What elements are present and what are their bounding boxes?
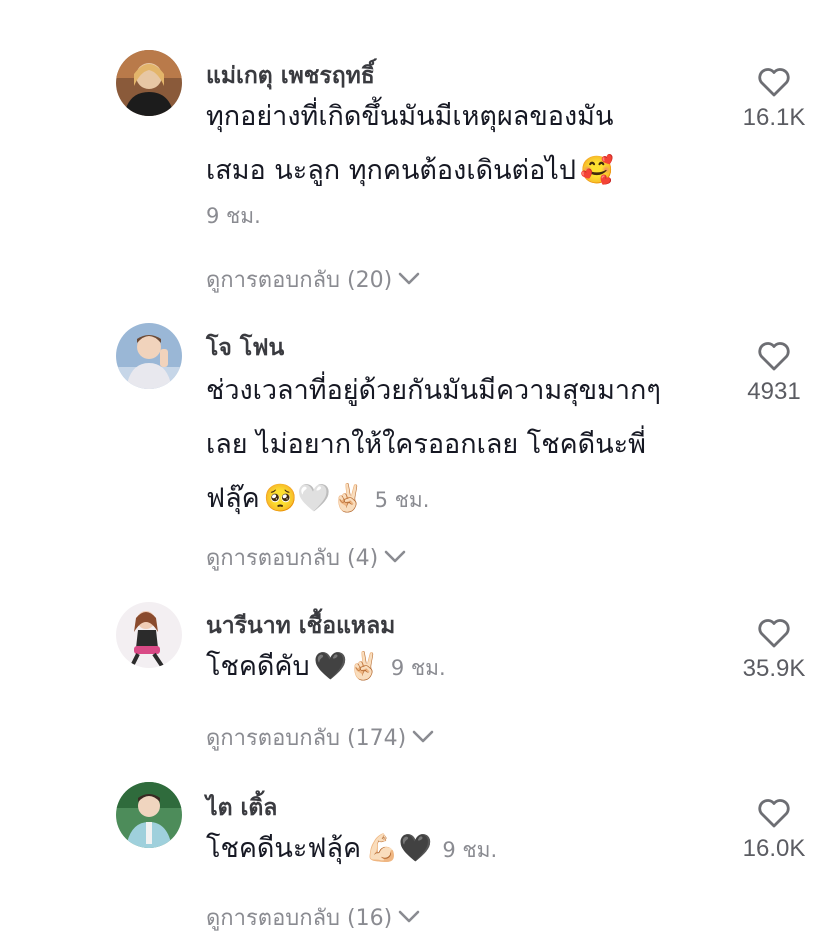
heart-icon: [758, 342, 790, 371]
view-replies-label: ดูการตอบกลับ (174): [206, 726, 407, 751]
emoji: 💪🏻🖤: [365, 833, 433, 864]
comment-text-line: ฟลุ๊ค 🥺🤍✌🏻 5 ชม.: [206, 483, 430, 514]
avatar[interactable]: [116, 50, 182, 116]
chevron-down-icon: [384, 545, 406, 570]
username[interactable]: โจ โฟน: [206, 330, 284, 366]
like-count: 35.9K: [742, 655, 806, 682]
like-button[interactable]: 16.0K: [724, 797, 824, 863]
chevron-down-icon: [398, 905, 420, 930]
comment-text: โชคดีนะฟลุ้ค 💪🏻🖤 9 ชม.: [206, 822, 706, 877]
heart-icon: [758, 68, 790, 97]
avatar[interactable]: [116, 782, 182, 848]
comment-text-line: ทุกอย่างที่เกิดขึ้นมันมีเหตุผลของมัน: [206, 101, 614, 132]
comment-text-line: โชคดีนะฟลุ้ค 💪🏻🖤 9 ชม.: [206, 833, 498, 864]
comment-text-line: เลย ไม่อยากให้ใครออกเลย โชคดีนะพี่: [206, 429, 646, 460]
comment-time: 5 ชม.: [374, 488, 430, 512]
avatar[interactable]: [116, 602, 182, 668]
like-count: 16.0K: [742, 835, 806, 862]
comment-time: 9 ชม.: [206, 204, 261, 228]
emoji: 🥰: [580, 155, 614, 186]
view-replies-label: ดูการตอบกลับ (20): [206, 268, 393, 293]
like-button[interactable]: 35.9K: [724, 617, 824, 683]
view-replies-label: ดูการตอบกลับ (16): [206, 906, 393, 931]
comment-time: 9 ชม.: [442, 838, 498, 862]
view-replies-button[interactable]: ดูการตอบกลับ (16): [206, 900, 420, 935]
username[interactable]: นารีนาท เชื้อแหลม: [206, 608, 395, 644]
comment-text: ช่วงเวลาที่อยู่ด้วยกันมันมีความสุขมากๆ เ…: [206, 364, 706, 527]
chevron-down-icon: [412, 725, 434, 750]
comment-text: ทุกอย่างที่เกิดขึ้นมันมีเหตุผลของมัน เสม…: [206, 90, 706, 198]
comment-text-line: เสมอ นะลูก ทุกคนต้องเดินต่อไป 🥰: [206, 155, 614, 186]
heart-icon: [758, 799, 790, 828]
username[interactable]: แม่เกตุ เพชรฤทธิ์: [206, 58, 375, 94]
avatar[interactable]: [116, 323, 182, 389]
view-replies-label: ดูการตอบกลับ (4): [206, 546, 379, 571]
like-count: 16.1K: [742, 104, 806, 131]
comment-text: โชคดีคับ 🖤✌🏻 9 ชม.: [206, 640, 706, 695]
emoji: 🖤✌🏻: [313, 651, 381, 682]
view-replies-button[interactable]: ดูการตอบกลับ (174): [206, 720, 434, 755]
heart-icon: [758, 619, 790, 648]
emoji: 🥺🤍✌🏻: [263, 483, 365, 514]
comment-time: 9 ชม.: [390, 656, 446, 680]
username[interactable]: ไต เติ้ล: [206, 790, 277, 826]
comment-text-line: ช่วงเวลาที่อยู่ด้วยกันมันมีความสุขมากๆ: [206, 375, 661, 406]
chevron-down-icon: [398, 267, 420, 292]
comment-text-line: โชคดีคับ 🖤✌🏻 9 ชม.: [206, 651, 446, 682]
like-button[interactable]: 16.1K: [724, 66, 824, 132]
view-replies-button[interactable]: ดูการตอบกลับ (4): [206, 540, 406, 575]
like-button[interactable]: 4931: [724, 340, 824, 406]
like-count: 4931: [747, 378, 801, 405]
view-replies-button[interactable]: ดูการตอบกลับ (20): [206, 262, 420, 297]
